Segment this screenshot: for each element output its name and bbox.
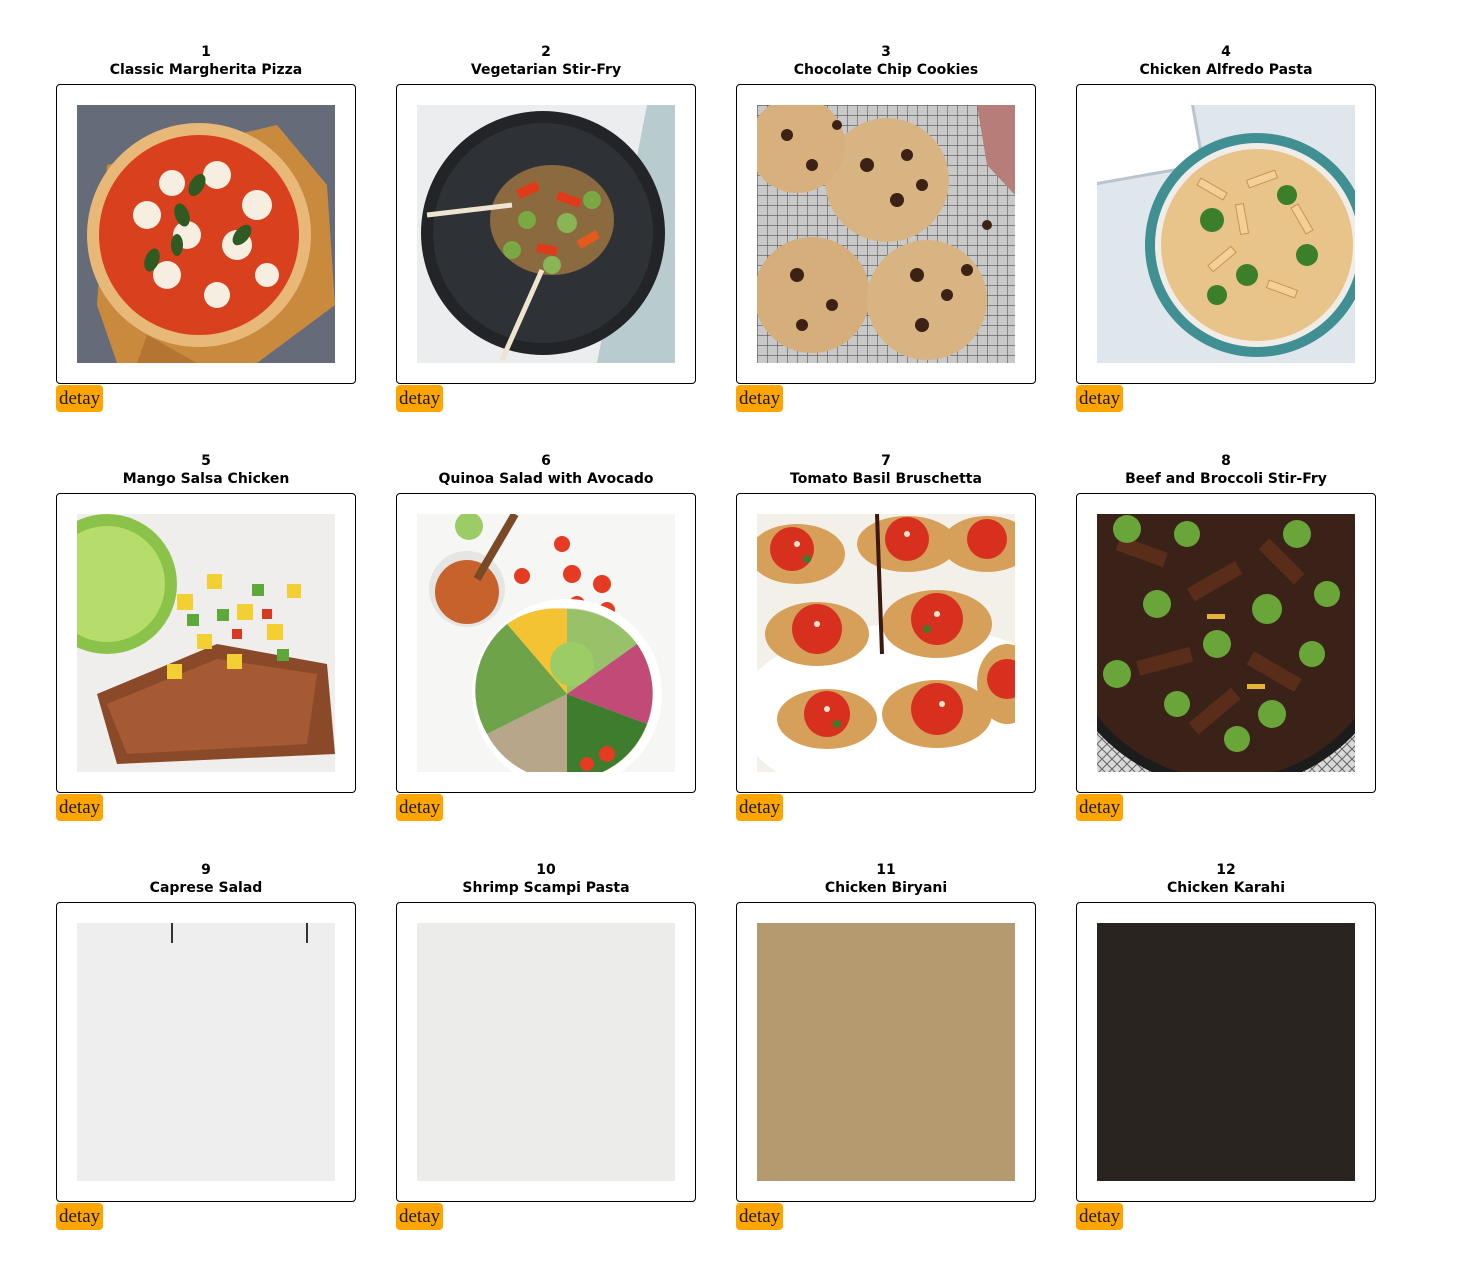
quinoa-avocado-salad-photo	[417, 514, 675, 772]
recipe-item: 4 Chicken Alfredo Pasta detay	[1076, 44, 1376, 453]
chocolate-chip-cookies-photo	[757, 105, 1015, 363]
recipe-item: 11 Chicken Biryani detay	[736, 862, 1036, 1271]
recipe-card	[736, 84, 1036, 384]
detail-button[interactable]: detay	[396, 794, 444, 821]
recipe-item: 1 Classic Margherita Pizza detay	[56, 44, 356, 453]
recipe-title: Classic Margherita Pizza	[109, 62, 303, 78]
recipe-item: 3 Chocolate Chip Cookies detay	[736, 44, 1036, 453]
detail-button[interactable]: detay	[56, 385, 104, 412]
shrimp-scampi-photo	[417, 923, 675, 1181]
recipe-item: 9 Caprese Salad detay	[56, 862, 356, 1271]
recipe-title: Vegetarian Stir-Fry	[470, 62, 622, 78]
recipe-item: 6 Quinoa Salad with Avocado detay	[396, 453, 696, 862]
recipe-card	[1076, 493, 1376, 793]
detail-button[interactable]: detay	[1076, 385, 1124, 412]
recipe-title: Chicken Alfredo Pasta	[1139, 62, 1313, 78]
detail-button[interactable]: detay	[56, 1203, 104, 1230]
recipe-card	[396, 84, 696, 384]
recipe-item: 2 Vegetarian Stir-Fry detay	[396, 44, 696, 453]
beef-broccoli-photo	[1097, 514, 1355, 772]
mango-salsa-chicken-photo	[77, 514, 335, 772]
chicken-alfredo-pasta-photo	[1097, 105, 1355, 363]
detail-button[interactable]: detay	[56, 794, 104, 821]
recipe-item: 10 Shrimp Scampi Pasta detay	[396, 862, 696, 1271]
recipe-title: Caprese Salad	[149, 880, 263, 896]
detail-button[interactable]: detay	[396, 1203, 444, 1230]
caprese-salad-photo	[77, 923, 335, 1181]
bruschetta-photo	[757, 514, 1015, 772]
recipe-card	[1076, 84, 1376, 384]
recipe-number: 10	[536, 862, 556, 878]
recipe-number: 4	[1221, 44, 1231, 60]
recipe-card	[56, 84, 356, 384]
recipe-title: Beef and Broccoli Stir-Fry	[1125, 471, 1327, 487]
recipe-number: 6	[541, 453, 551, 469]
detail-button[interactable]: detay	[736, 1203, 784, 1230]
recipe-number: 11	[876, 862, 896, 878]
chicken-biryani-photo	[757, 923, 1015, 1181]
recipe-item: 8 Beef and Broccoli Stir-Fry detay	[1076, 453, 1376, 862]
recipe-card	[396, 902, 696, 1202]
recipe-title: Chocolate Chip Cookies	[793, 62, 979, 78]
margherita-pizza-photo	[77, 105, 335, 363]
recipe-number: 1	[201, 44, 211, 60]
recipe-number: 9	[201, 862, 211, 878]
recipe-title: Mango Salsa Chicken	[122, 471, 290, 487]
recipe-item: 5 Mango Salsa Chicken detay	[56, 453, 356, 862]
recipe-number: 12	[1216, 862, 1236, 878]
recipe-grid: 1 Classic Margherita Pizza detay 2 Veget…	[56, 44, 1376, 1271]
detail-button[interactable]: detay	[1076, 794, 1124, 821]
vegetable-stir-fry-photo	[417, 105, 675, 363]
recipe-number: 8	[1221, 453, 1231, 469]
recipe-number: 7	[881, 453, 891, 469]
recipe-card	[56, 493, 356, 793]
recipe-card	[736, 493, 1036, 793]
recipe-card	[56, 902, 356, 1202]
recipe-number: 5	[201, 453, 211, 469]
detail-button[interactable]: detay	[736, 794, 784, 821]
detail-button[interactable]: detay	[396, 385, 444, 412]
recipe-title: Chicken Biryani	[824, 880, 948, 896]
detail-button[interactable]: detay	[736, 385, 784, 412]
recipe-title: Chicken Karahi	[1166, 880, 1286, 896]
recipe-title: Shrimp Scampi Pasta	[462, 880, 630, 896]
detail-button[interactable]: detay	[1076, 1203, 1124, 1230]
recipe-title: Tomato Basil Bruschetta	[790, 471, 982, 487]
chicken-karahi-photo	[1097, 923, 1355, 1181]
recipe-number: 3	[881, 44, 891, 60]
recipe-item: 7 Tomato Basil Bruschetta detay	[736, 453, 1036, 862]
recipe-title: Quinoa Salad with Avocado	[438, 471, 654, 487]
recipe-card	[736, 902, 1036, 1202]
recipe-card	[1076, 902, 1376, 1202]
recipe-number: 2	[541, 44, 551, 60]
recipe-card	[396, 493, 696, 793]
recipe-item: 12 Chicken Karahi detay	[1076, 862, 1376, 1271]
